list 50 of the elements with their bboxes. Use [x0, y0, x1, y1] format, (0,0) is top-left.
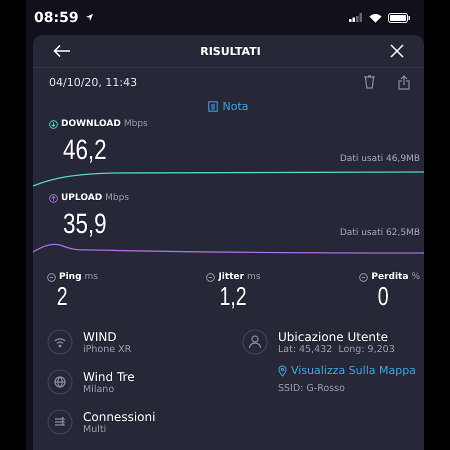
- metric-icon: [206, 272, 216, 282]
- connection-title: Connessioni: [83, 410, 156, 424]
- metric-value: 1,2: [220, 282, 248, 311]
- metric-unit: ms: [247, 272, 261, 282]
- location-pin-icon: [278, 364, 287, 376]
- note-link[interactable]: Nota: [208, 100, 248, 112]
- metric-label: Jitter: [218, 272, 244, 282]
- arrows-icon: [47, 409, 73, 435]
- wifi-icon: [47, 329, 73, 355]
- data-used: Dati usati 46,9MB: [340, 154, 420, 164]
- trash-icon[interactable]: [363, 75, 376, 89]
- metric-label: Ping: [59, 272, 82, 282]
- speed-value: 35,9: [63, 210, 107, 238]
- metric-label: Perdita: [371, 272, 408, 282]
- status-time: 08:59: [34, 10, 79, 26]
- connection-title: WIND: [83, 330, 118, 344]
- signal-icon: [349, 13, 363, 22]
- location-title: Ubicazione Utente: [278, 330, 390, 344]
- location-arrow-icon: [84, 13, 94, 22]
- share-icon[interactable]: [398, 74, 410, 90]
- connection-title: Wind Tre: [83, 370, 135, 384]
- speed-label: UPLOAD: [61, 193, 102, 203]
- wifi-icon: [369, 12, 382, 22]
- speed-value: 46,2: [63, 136, 107, 164]
- test-date: 04/10/20, 11:43: [49, 76, 138, 88]
- metric-unit: %: [411, 272, 420, 282]
- download-icon: [49, 120, 58, 128]
- battery-icon: [388, 12, 410, 22]
- metric-icon: [47, 272, 56, 282]
- ssid: SSID: G-Rosso: [277, 383, 346, 394]
- user-icon: [242, 329, 268, 355]
- upload-icon: [49, 194, 58, 202]
- connection-detail: Multi: [83, 424, 108, 434]
- map-link[interactable]: Visualizza Sulla Mappa: [242, 364, 424, 377]
- speed-unit: Mbps: [124, 119, 148, 129]
- close-icon[interactable]: [390, 44, 404, 58]
- metric-unit: ms: [84, 272, 98, 282]
- back-arrow-icon[interactable]: [53, 44, 71, 58]
- connection-detail: iPhone XR: [83, 344, 132, 354]
- metric-icon: [359, 272, 368, 282]
- speed-unit: Mbps: [105, 193, 130, 203]
- screen-title: RISULTATI: [200, 44, 261, 58]
- speed-label: DOWNLOAD: [61, 119, 121, 129]
- note-icon: [208, 100, 218, 112]
- connection-detail: Milano: [83, 384, 116, 394]
- coordinates: Lat: 45,432 Long: 9,203: [278, 344, 395, 354]
- globe-icon: [47, 369, 73, 395]
- metric-value: 0: [377, 282, 388, 311]
- metric-value: 2: [56, 282, 68, 311]
- data-used: Dati usati 62,5MB: [340, 228, 420, 238]
